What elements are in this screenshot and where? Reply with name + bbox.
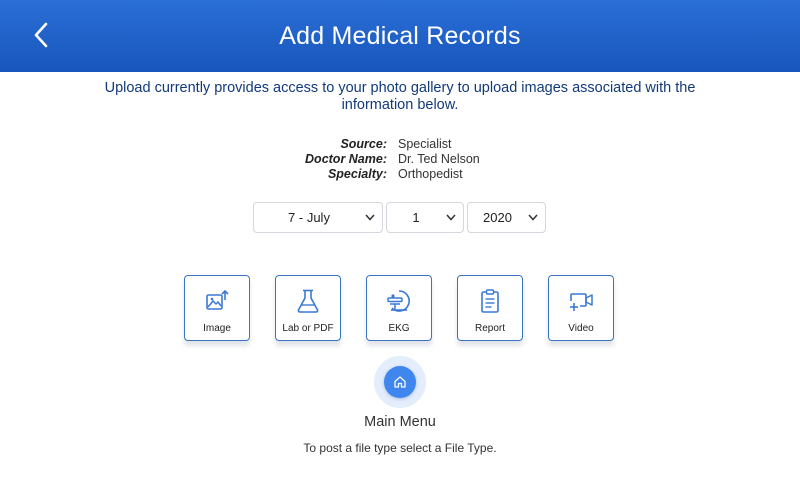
clipboard-icon: [477, 288, 503, 314]
doctor-label: Doctor Name:: [305, 152, 387, 166]
file-type-label: EKG: [388, 323, 410, 334]
file-type-label: Image: [203, 323, 231, 334]
main-menu-label: Main Menu: [364, 414, 436, 430]
intro-text: Upload currently provides access to your…: [104, 80, 696, 113]
chevron-down-icon: [527, 214, 545, 221]
year-select[interactable]: 2020: [467, 202, 546, 233]
video-add-icon: [568, 288, 594, 314]
file-type-label: Report: [474, 323, 505, 334]
month-value: 7 - July: [288, 210, 330, 225]
file-type-lab[interactable]: Lab or PDF: [275, 275, 341, 341]
file-type-report[interactable]: Report: [457, 275, 523, 341]
file-type-label: Video: [568, 323, 594, 334]
month-select[interactable]: 7 - July: [253, 202, 383, 233]
source-value: Specialist: [398, 137, 452, 151]
home-button-halo: [374, 356, 426, 408]
doctor-value: Dr. Ted Nelson: [398, 152, 480, 166]
source-row: Source: Specialist: [0, 137, 800, 152]
specialty-label: Specialty:: [327, 167, 387, 181]
year-value: 2020: [483, 210, 512, 225]
home-icon: [394, 376, 406, 388]
image-upload-icon: [204, 288, 230, 314]
source-label: Source:: [340, 137, 387, 151]
day-select[interactable]: 1: [386, 202, 464, 233]
chevron-down-icon: [364, 214, 382, 221]
file-type-label: Lab or PDF: [282, 323, 334, 334]
back-button[interactable]: [26, 18, 56, 52]
record-info: Source: Specialist Doctor Name: Dr. Ted …: [0, 137, 800, 182]
chevron-left-icon: [34, 22, 48, 48]
file-type-ekg[interactable]: EKG: [366, 275, 432, 341]
chevron-down-icon: [445, 214, 463, 221]
main-menu-button[interactable]: [384, 366, 416, 398]
doctor-row: Doctor Name: Dr. Ted Nelson: [0, 152, 800, 167]
day-value: 1: [412, 210, 420, 225]
file-type-tiles: Image Lab or PDF EKG Report Video: [0, 275, 800, 355]
flask-icon: [295, 288, 321, 314]
file-type-image[interactable]: Image: [184, 275, 250, 341]
specialty-value: Orthopedist: [398, 167, 463, 181]
file-type-hint: To post a file type select a File Type.: [303, 441, 497, 455]
file-type-video[interactable]: Video: [548, 275, 614, 341]
page-title: Add Medical Records: [279, 21, 521, 50]
mri-scanner-icon: [386, 288, 412, 314]
specialty-row: Specialty: Orthopedist: [0, 167, 800, 182]
app-header: Add Medical Records: [0, 0, 800, 72]
